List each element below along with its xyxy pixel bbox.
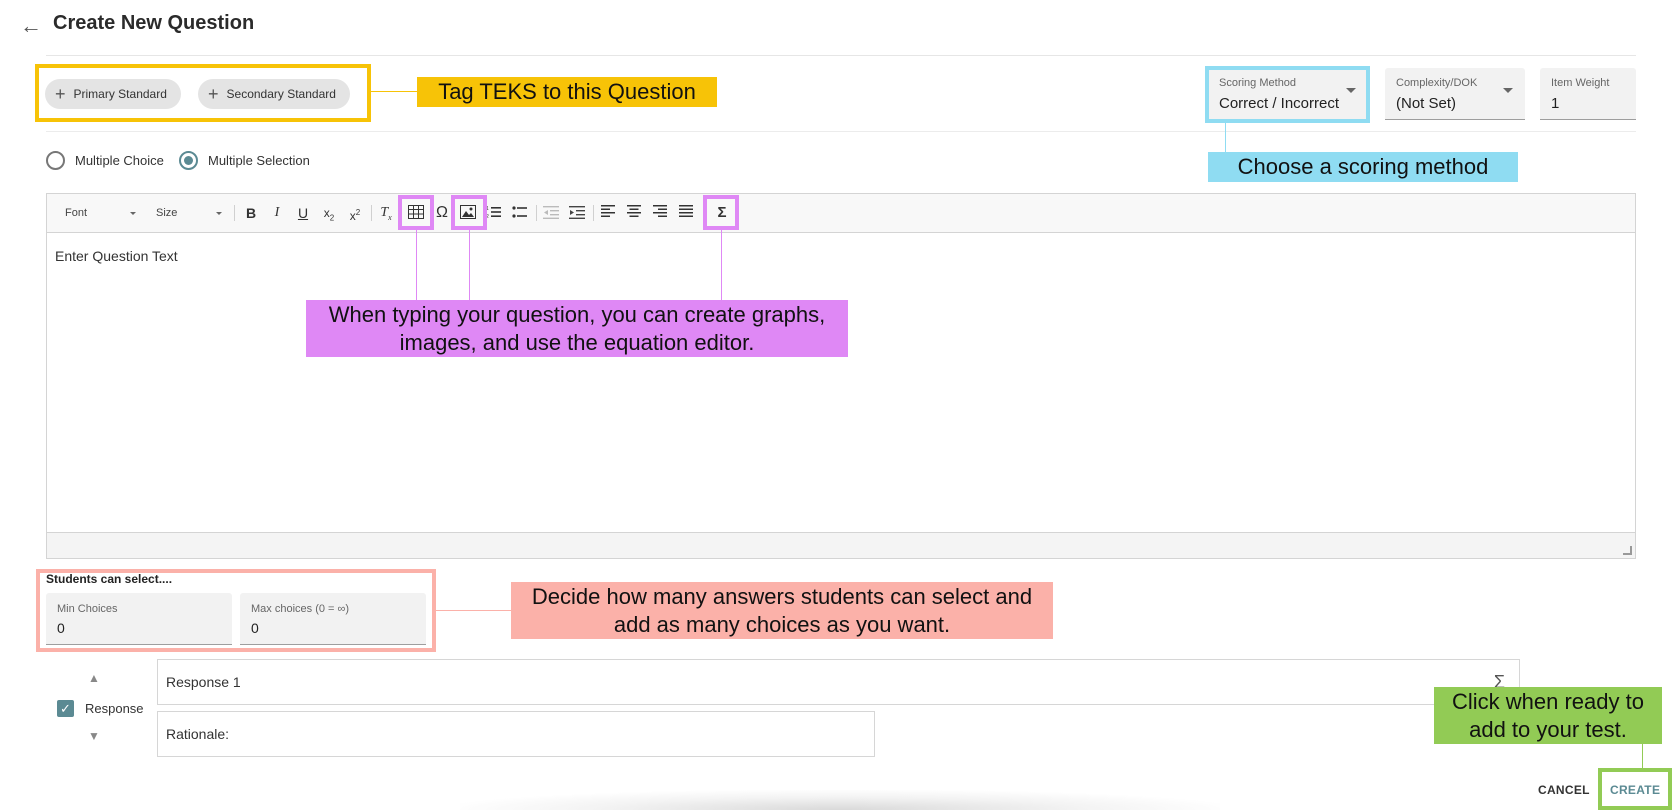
move-down-icon[interactable]: ▼ <box>88 729 100 743</box>
move-up-icon[interactable]: ▲ <box>88 671 100 685</box>
italic-icon[interactable]: I <box>267 203 287 223</box>
bottom-shadow <box>460 790 1220 810</box>
size-select-label: Size <box>156 207 178 219</box>
size-select[interactable]: Size <box>146 202 226 224</box>
align-right-icon[interactable] <box>650 203 670 223</box>
response-input[interactable]: Response 1 Σ <box>157 659 1520 705</box>
align-left-icon[interactable] <box>598 203 618 223</box>
editor-toolbar: Font Size B I U x2 x2 Tx Ω 12 Σ <box>47 194 1635 233</box>
question-editor[interactable]: Font Size B I U x2 x2 Tx Ω 12 Σ Enter Qu… <box>46 193 1636 559</box>
section-divider <box>46 131 1636 132</box>
outdent-icon[interactable] <box>541 203 561 223</box>
resize-handle-icon[interactable] <box>1623 546 1632 555</box>
toolbar-separator <box>593 205 594 221</box>
cancel-button[interactable]: CANCEL <box>1538 783 1590 797</box>
scoring-callout: Choose a scoring method <box>1208 152 1518 182</box>
teks-connector-line <box>371 91 417 92</box>
justify-icon[interactable] <box>676 203 696 223</box>
clear-format-icon[interactable]: Tx <box>376 203 396 223</box>
equation-connector-line <box>721 230 722 300</box>
radio-label: Multiple Selection <box>208 153 310 168</box>
bullet-list-icon[interactable] <box>510 203 530 223</box>
response-checkbox-label: Response <box>85 701 144 716</box>
toolbar-separator <box>371 205 372 221</box>
complexity-dok-select[interactable]: Complexity/DOK (Not Set) <box>1385 68 1525 120</box>
page-title: Create New Question <box>53 12 255 34</box>
radio-label: Multiple Choice <box>75 153 164 168</box>
radio-circle <box>46 151 65 170</box>
font-select[interactable]: Font <box>55 202 140 224</box>
font-select-label: Font <box>65 207 88 219</box>
subscript-icon[interactable]: x2 <box>319 203 339 223</box>
equation-tool-highlight-box <box>703 195 739 230</box>
superscript-icon[interactable]: x2 <box>345 203 365 223</box>
indent-icon[interactable] <box>567 203 587 223</box>
complexity-dok-value: (Not Set) <box>1396 95 1457 112</box>
chevron-down-icon <box>1503 88 1513 93</box>
item-weight-label: Item Weight <box>1551 77 1610 89</box>
create-callout: Click when ready to add to your test. <box>1434 687 1662 744</box>
teks-callout: Tag TEKS to this Question <box>417 77 717 107</box>
radio-circle-selected <box>179 151 198 170</box>
create-highlight-box <box>1598 768 1672 810</box>
align-center-icon[interactable] <box>624 203 644 223</box>
complexity-dok-label: Complexity/DOK <box>1396 77 1478 89</box>
teks-highlight-box <box>35 64 371 122</box>
header-divider <box>46 55 1636 56</box>
scoring-highlight-box <box>1205 66 1370 123</box>
choices-connector-line <box>436 610 511 611</box>
radio-multiple-selection[interactable]: Multiple Selection <box>179 151 310 170</box>
bold-icon[interactable]: B <box>241 203 261 223</box>
response-checkbox[interactable]: ✓ <box>57 700 74 717</box>
numbered-list-icon[interactable]: 12 <box>484 203 504 223</box>
toolbar-separator <box>536 205 537 221</box>
rationale-input[interactable]: Rationale: <box>157 711 875 757</box>
item-weight-field[interactable]: Item Weight 1 <box>1540 68 1636 120</box>
response-text: Response 1 <box>166 674 241 690</box>
editor-status-bar <box>47 532 1635 558</box>
question-text-placeholder: Enter Question Text <box>55 248 178 264</box>
toolbar-separator <box>234 205 235 221</box>
choices-highlight-box <box>36 569 436 652</box>
scoring-connector-line <box>1225 123 1226 152</box>
back-arrow-icon[interactable]: ← <box>20 14 44 38</box>
image-connector-line <box>469 230 470 300</box>
image-tool-highlight-box <box>451 195 487 230</box>
underline-icon[interactable]: U <box>293 203 313 223</box>
editor-callout: When typing your question, you can creat… <box>306 300 848 357</box>
table-connector-line <box>416 230 417 300</box>
special-character-icon[interactable]: Ω <box>432 203 452 223</box>
table-tool-highlight-box <box>398 195 434 230</box>
chevron-down-icon <box>216 212 222 215</box>
item-weight-value: 1 <box>1551 95 1560 112</box>
chevron-down-icon <box>130 212 136 215</box>
choices-callout: Decide how many answers students can sel… <box>511 582 1053 639</box>
radio-multiple-choice[interactable]: Multiple Choice <box>46 151 164 170</box>
rationale-text: Rationale: <box>166 726 230 742</box>
create-connector-line <box>1642 744 1643 768</box>
